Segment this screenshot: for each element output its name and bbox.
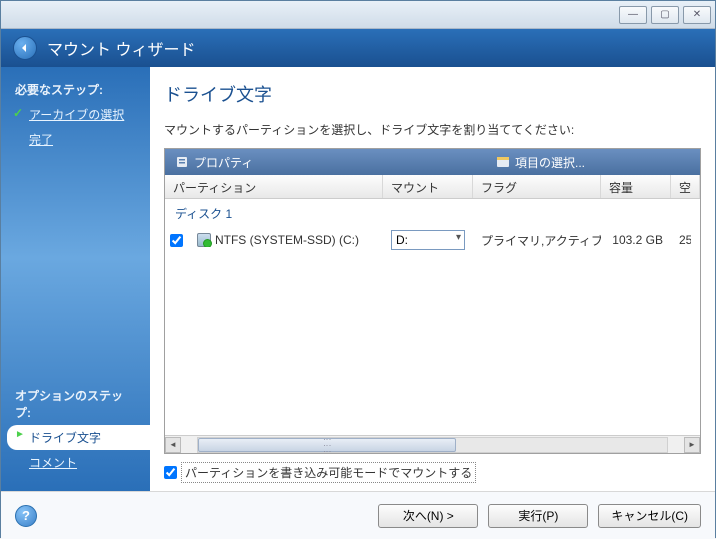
body: 必要なステップ: アーカイブの選択 完了 オプションのステップ: ドライブ文字 …	[1, 67, 715, 491]
sidebar-item-label: アーカイブの選択	[29, 108, 124, 122]
properties-button[interactable]: プロパティ	[165, 149, 486, 175]
column-headers: パーティション マウント ド... フラグ 容量 空	[165, 175, 700, 199]
select-items-icon	[496, 155, 510, 169]
execute-button[interactable]: 実行(P)	[488, 504, 588, 528]
grid-body: ディスク 1 NTFS (SYSTEM-SSD) (C:) D:	[165, 199, 700, 435]
col-flag[interactable]: フラグ	[473, 175, 601, 198]
option-steps-heading: オプションのステップ:	[1, 383, 150, 425]
back-button[interactable]	[13, 36, 37, 60]
sidebar: 必要なステップ: アーカイブの選択 完了 オプションのステップ: ドライブ文字 …	[1, 67, 150, 491]
close-button[interactable]: ✕	[683, 6, 711, 24]
col-extra[interactable]: 空	[671, 175, 700, 198]
partition-extra: 25	[671, 233, 691, 247]
wizard-window: — ▢ ✕ マウント ウィザード 必要なステップ: アーカイブの選択 完了 オプ…	[0, 0, 716, 538]
rw-mount-label[interactable]: パーティションを書き込み可能モードでマウントする	[181, 462, 476, 483]
cancel-button[interactable]: キャンセル(C)	[598, 504, 701, 528]
drive-letter-select[interactable]: D:	[391, 230, 465, 250]
sidebar-item-drive-letter[interactable]: ドライブ文字	[7, 425, 150, 450]
grid-toolbar: プロパティ 項目の選択...	[165, 149, 700, 175]
page-description: マウントするパーティションを選択し、ドライブ文字を割り当ててください:	[164, 121, 701, 138]
header-title: マウント ウィザード	[47, 36, 195, 60]
sidebar-item-finish[interactable]: 完了	[1, 127, 150, 152]
next-button[interactable]: 次へ(N) >	[378, 504, 478, 528]
scroll-track[interactable]	[197, 437, 668, 453]
sidebar-item-label: ドライブ文字	[29, 431, 101, 445]
col-size[interactable]: 容量	[601, 175, 671, 198]
rw-mount-option: パーティションを書き込み可能モードでマウントする	[164, 462, 701, 483]
rw-mount-checkbox[interactable]	[164, 466, 177, 479]
header: マウント ウィザード	[1, 29, 715, 67]
main-panel: ドライブ文字 マウントするパーティションを選択し、ドライブ文字を割り当ててくださ…	[150, 67, 715, 491]
disk-group-label: ディスク 1	[165, 199, 700, 228]
minimize-button[interactable]: —	[619, 6, 647, 24]
table-row[interactable]: NTFS (SYSTEM-SSD) (C:) D: プライマリ,アクティブ 10…	[165, 228, 700, 252]
partition-size: 103.2 GB	[601, 233, 671, 247]
col-mount[interactable]: マウント ド...	[383, 175, 473, 198]
sidebar-item-archive[interactable]: アーカイブの選択	[1, 102, 150, 127]
partition-flag: プライマリ,アクティブ	[473, 232, 601, 249]
select-items-label: 項目の選択...	[515, 154, 585, 171]
footer: ? 次へ(N) > 実行(P) キャンセル(C)	[1, 491, 715, 539]
properties-label: プロパティ	[194, 154, 253, 171]
scroll-left-button[interactable]: ◄	[165, 437, 181, 453]
scroll-right-button[interactable]: ►	[684, 437, 700, 453]
partition-name: NTFS (SYSTEM-SSD) (C:)	[215, 233, 359, 247]
arrow-left-icon	[19, 42, 31, 54]
horizontal-scrollbar[interactable]: ◄ ►	[165, 435, 700, 453]
titlebar: — ▢ ✕	[1, 1, 715, 29]
select-items-button[interactable]: 項目の選択...	[486, 149, 595, 175]
option-steps-block: オプションのステップ: ドライブ文字 コメント	[1, 383, 150, 475]
scroll-thumb[interactable]	[198, 438, 456, 452]
maximize-button[interactable]: ▢	[651, 6, 679, 24]
sidebar-item-label: コメント	[29, 456, 77, 470]
page-title: ドライブ文字	[164, 81, 701, 107]
col-partition[interactable]: パーティション	[165, 175, 383, 198]
properties-icon	[175, 155, 189, 169]
required-steps-heading: 必要なステップ:	[1, 77, 150, 102]
sidebar-item-comment[interactable]: コメント	[1, 450, 150, 475]
sidebar-item-label: 完了	[29, 133, 53, 147]
disk-icon	[197, 233, 211, 247]
row-checkbox[interactable]	[170, 234, 183, 247]
help-button[interactable]: ?	[15, 505, 37, 527]
partition-grid: プロパティ 項目の選択... パーティション マウント ド... フラグ 容量 …	[164, 148, 701, 454]
